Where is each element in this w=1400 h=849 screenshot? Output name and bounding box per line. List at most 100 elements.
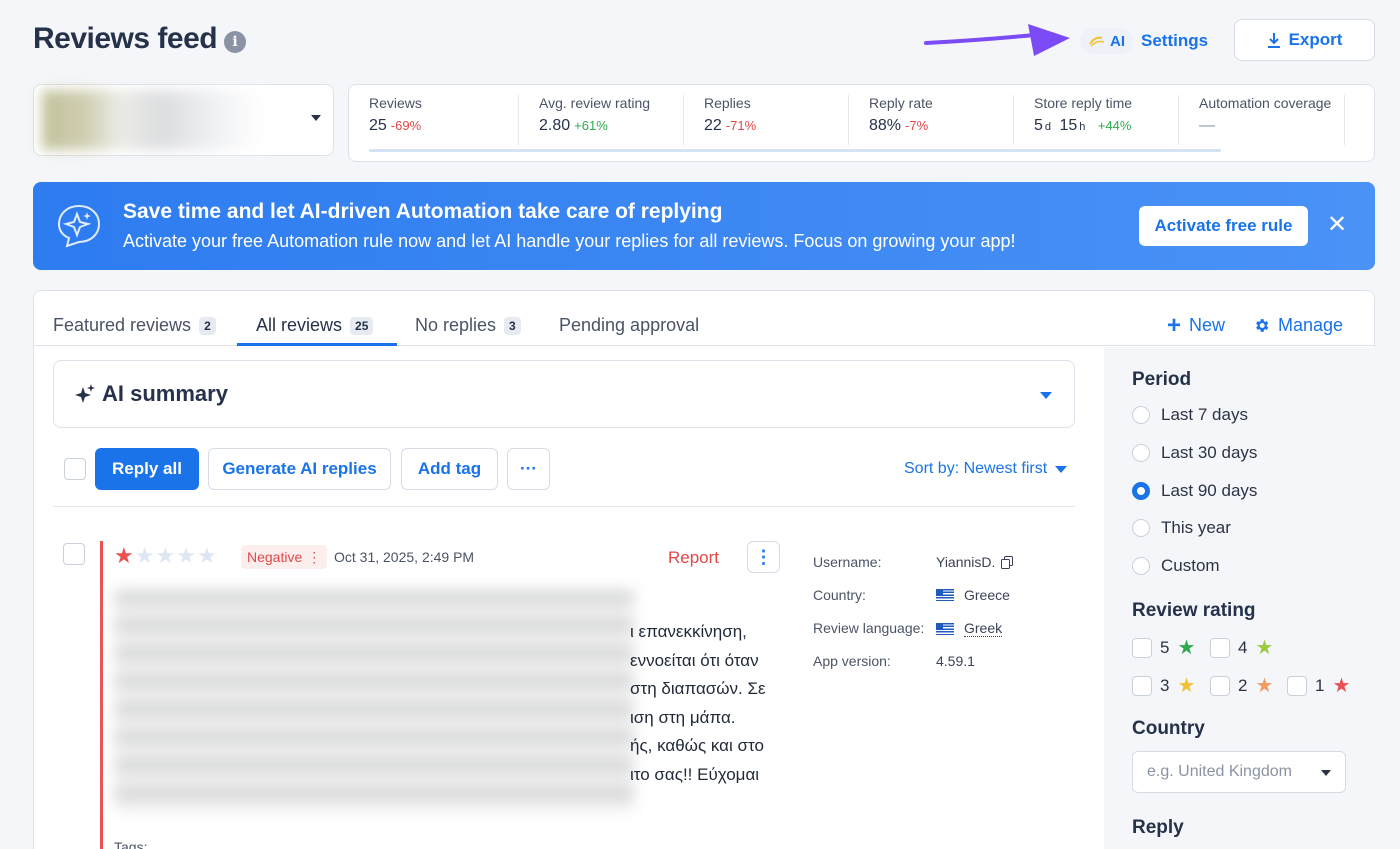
add-tag-button[interactable]: Add tag: [401, 448, 498, 490]
chevron-down-icon: [1055, 465, 1068, 473]
stat-delta: -7%: [905, 118, 929, 133]
tab-label: Featured reviews: [53, 315, 192, 335]
country-select[interactable]: e.g. United Kingdom: [1132, 751, 1346, 793]
radio-button[interactable]: [1132, 444, 1150, 462]
stat-value: 25: [369, 117, 387, 134]
rating-filter-5[interactable]: 5 ★: [1132, 635, 1195, 660]
tabs-bar: Featured reviews 2 All reviews 25 No rep…: [34, 291, 1374, 346]
ai-badge[interactable]: AI: [1080, 28, 1133, 54]
reviews-card: Featured reviews 2 All reviews 25 No rep…: [33, 290, 1375, 849]
reply-title: Reply: [1132, 817, 1184, 838]
period-option[interactable]: Last 30 days: [1132, 443, 1257, 463]
activate-free-rule-button[interactable]: Activate free rule: [1139, 206, 1308, 246]
country-title: Country: [1132, 718, 1205, 739]
period-option-label: Custom: [1161, 556, 1220, 575]
stat-label: Reply rate: [869, 95, 933, 111]
radio-button[interactable]: [1132, 519, 1150, 537]
sort-label: Sort by: Newest first: [904, 460, 1048, 477]
divider: [53, 506, 1075, 507]
close-icon[interactable]: ✕: [1327, 213, 1347, 237]
sentiment-badge[interactable]: Negative ⋮: [241, 545, 328, 569]
stat-avg-rating: Avg. review rating 2.80 +61%: [519, 95, 684, 145]
export-label: Export: [1288, 30, 1343, 49]
stat-label: Reviews: [369, 95, 422, 111]
meta-value[interactable]: Greek: [964, 620, 1003, 637]
star-rating: ★ ★ ★ ★ ★: [114, 545, 217, 567]
manage-tabs-button[interactable]: Manage: [1253, 315, 1343, 336]
active-tab-indicator: [237, 343, 397, 346]
period-option-label: Last 90 days: [1161, 481, 1258, 500]
stats-scrollbar[interactable]: [369, 149, 1221, 152]
meta-value: 4.59.1: [936, 653, 975, 669]
tab-count: 3: [504, 316, 521, 335]
review-checkbox[interactable]: [63, 543, 85, 565]
new-tab-button[interactable]: + New: [1167, 311, 1225, 339]
period-option-label: Last 7 days: [1161, 405, 1248, 424]
meta-key: Country:: [813, 587, 866, 603]
arrow-annotation: [924, 24, 1070, 56]
ai-summary-label: AI summary: [102, 381, 228, 406]
more-actions-button[interactable]: ···: [507, 448, 550, 490]
manage-label: Manage: [1278, 315, 1344, 335]
negative-indicator-bar: [100, 541, 103, 849]
star-icon: ★: [1177, 637, 1196, 659]
rating-filter-1[interactable]: 1 ★: [1287, 673, 1350, 698]
checkbox[interactable]: [1132, 637, 1152, 658]
select-all-checkbox[interactable]: [64, 458, 86, 480]
period-option[interactable]: Last 7 days: [1132, 405, 1248, 425]
info-icon[interactable]: i: [224, 31, 246, 53]
export-button[interactable]: Export: [1234, 19, 1375, 61]
stat-delta: +61%: [574, 118, 608, 133]
checkbox[interactable]: [1287, 675, 1307, 696]
app-selector[interactable]: [33, 84, 334, 156]
copy-icon[interactable]: [1001, 555, 1014, 569]
rating-label: 3: [1160, 675, 1170, 695]
rating-filter-4[interactable]: 4 ★: [1210, 635, 1273, 660]
checkbox[interactable]: [1210, 675, 1230, 696]
radio-button-selected[interactable]: [1132, 482, 1150, 500]
tab-featured-reviews[interactable]: Featured reviews 2: [53, 315, 216, 336]
report-button[interactable]: Report: [668, 548, 719, 568]
settings-link[interactable]: Settings: [1141, 31, 1208, 51]
star-icon: ★: [134, 543, 155, 568]
tab-no-replies[interactable]: No replies 3: [415, 315, 521, 336]
country-placeholder: e.g. United Kingdom: [1147, 763, 1292, 780]
period-option[interactable]: Custom: [1132, 556, 1220, 576]
rating-filter-2[interactable]: 2 ★: [1210, 673, 1273, 698]
kebab-icon: ⋮: [307, 548, 322, 565]
stat-delta: -69%: [390, 118, 422, 133]
ai-summary-panel[interactable]: AI summary: [53, 360, 1075, 428]
greece-flag-icon: [936, 622, 954, 635]
tab-all-reviews[interactable]: All reviews 25: [256, 315, 374, 336]
stat-delta: +44%: [1097, 118, 1132, 133]
stat-reviews: Reviews 25 -69%: [349, 95, 519, 145]
star-icon: ★: [1332, 675, 1351, 697]
sort-dropdown[interactable]: Sort by: Newest first: [904, 460, 1068, 478]
checkbox[interactable]: [1210, 637, 1230, 658]
generate-ai-replies-button[interactable]: Generate AI replies: [208, 448, 391, 490]
period-option[interactable]: This year: [1132, 518, 1231, 538]
radio-button[interactable]: [1132, 557, 1150, 575]
stat-replies: Replies 22 -71%: [684, 95, 849, 145]
stat-unit-days: d: [1044, 121, 1052, 133]
rating-filter-3[interactable]: 3 ★: [1132, 673, 1195, 698]
chevron-down-icon: [311, 115, 321, 121]
ai-sparkle-icon: [1089, 36, 1105, 47]
tab-pending-approval[interactable]: Pending approval: [559, 315, 699, 336]
stat-value: —: [1199, 117, 1215, 134]
plus-icon: +: [1167, 311, 1182, 339]
radio-button[interactable]: [1132, 406, 1150, 424]
review-text: ι επανεκκίνηση, εννοείται ότι όταν στη δ…: [630, 622, 766, 784]
checkbox[interactable]: [1132, 675, 1152, 696]
chevron-down-icon[interactable]: [1040, 392, 1052, 399]
reply-all-button[interactable]: Reply all: [95, 448, 199, 490]
period-option[interactable]: Last 90 days: [1132, 481, 1257, 501]
stat-automation-coverage: Automation coverage —: [1179, 95, 1345, 145]
review-more-button[interactable]: ⋮: [747, 541, 780, 573]
tab-count: 2: [199, 316, 216, 335]
review-date: Oct 31, 2025, 2:49 PM: [334, 549, 475, 565]
star-icon: ★: [114, 543, 134, 568]
sparkle-icon: [75, 384, 95, 403]
chevron-down-icon: [1321, 770, 1331, 776]
period-title: Period: [1132, 369, 1192, 390]
